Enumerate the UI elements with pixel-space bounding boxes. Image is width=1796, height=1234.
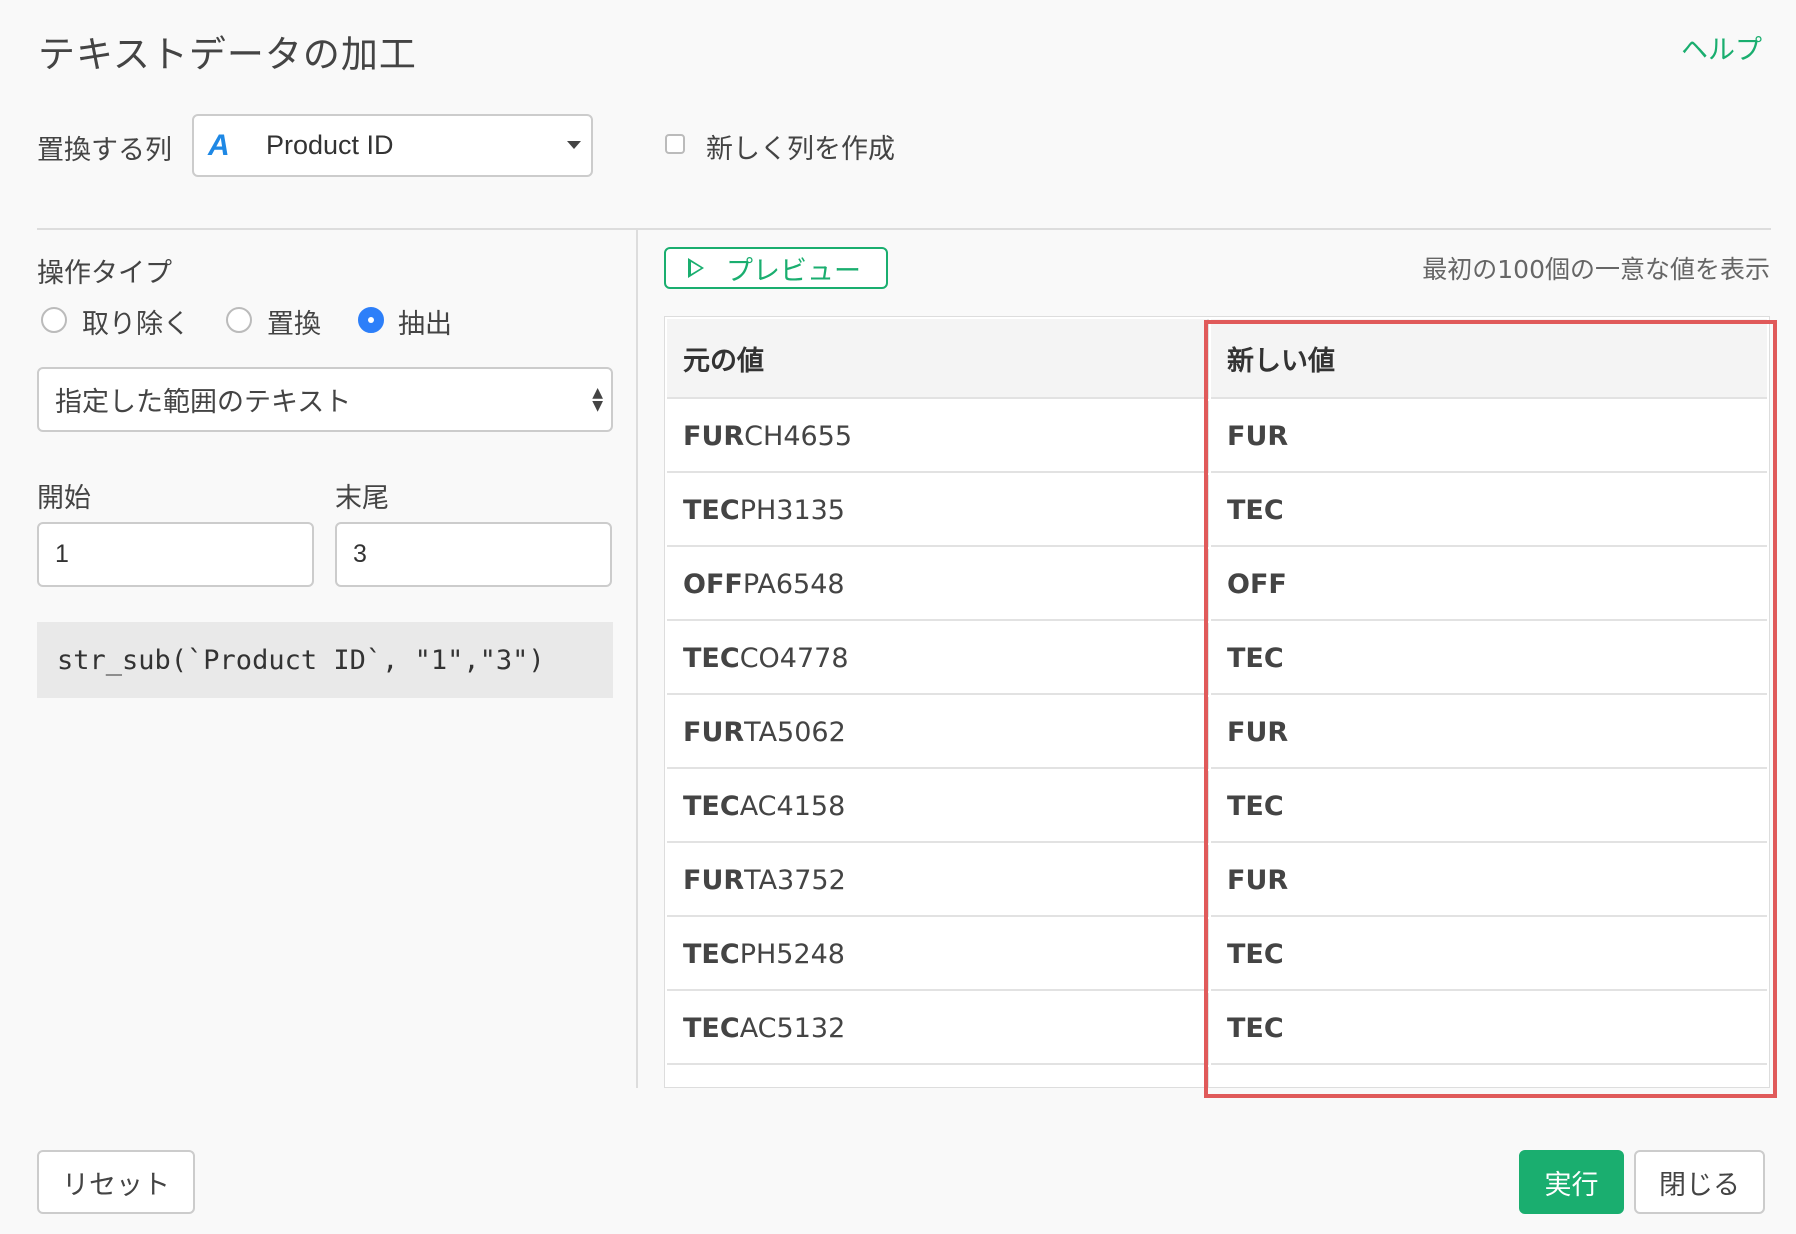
original-value-cell: TECCO4778 <box>667 623 1209 695</box>
original-value-cell: OFFPA6548 <box>667 549 1209 621</box>
original-value-rest: TA3752 <box>744 864 846 896</box>
preview-note: 最初の100個の一意な値を表示 <box>1422 255 1770 284</box>
original-value-rest: TA5062 <box>744 716 846 748</box>
radio-extract-label[interactable]: 抽出 <box>398 302 452 341</box>
close-button[interactable]: 閉じる <box>1634 1150 1765 1214</box>
original-value-cell: TECAC5132 <box>667 993 1209 1065</box>
radio-extract[interactable] <box>358 307 384 333</box>
column-select-label: 置換する列 <box>37 135 172 166</box>
original-value-cell: FURTA5062 <box>667 697 1209 769</box>
original-value-prefix: TEC <box>683 642 740 674</box>
original-value-rest: PA6548 <box>742 568 845 600</box>
original-value-rest: LA3233 <box>743 1087 846 1088</box>
original-value-cell: TECAC4158 <box>667 771 1209 843</box>
column-select[interactable]: A Product ID <box>192 114 593 177</box>
text-type-icon: A <box>208 128 230 162</box>
original-value-rest: PH3135 <box>739 494 845 526</box>
new-column-checkbox[interactable] <box>665 134 685 154</box>
original-value-cell: TECPH3135 <box>667 475 1209 547</box>
new-column-label[interactable]: 新しく列を作成 <box>706 127 895 166</box>
divider <box>37 228 1771 230</box>
end-input[interactable]: 3 <box>335 522 612 587</box>
original-value-prefix: FUR <box>683 716 745 748</box>
original-value-rest: AC4158 <box>739 790 846 822</box>
preview-button[interactable]: プレビュー <box>664 247 888 289</box>
original-value-prefix: TEC <box>683 790 740 822</box>
original-value-cell: FURCH4655 <box>667 401 1209 473</box>
extract-mode-value: 指定した範囲のテキスト <box>55 387 352 418</box>
radio-remove[interactable] <box>41 307 67 333</box>
operation-type-label: 操作タイプ <box>37 258 172 289</box>
original-value-prefix: OFF <box>683 568 743 600</box>
original-value-cell: FURTA3752 <box>667 845 1209 917</box>
reset-button[interactable]: リセット <box>37 1150 195 1214</box>
original-value-cell: TECPH5248 <box>667 919 1209 991</box>
column-select-value: Product ID <box>266 130 394 160</box>
preview-button-label: プレビュー <box>726 255 861 287</box>
radio-remove-label[interactable]: 取り除く <box>82 302 190 341</box>
header-original: 元の値 <box>667 319 1209 399</box>
run-button[interactable]: 実行 <box>1519 1150 1624 1214</box>
original-value-prefix: FUR <box>683 864 745 896</box>
original-value-prefix: TEC <box>683 938 740 970</box>
original-value-rest: PH5248 <box>739 938 845 970</box>
radio-replace[interactable] <box>226 307 252 333</box>
original-value-rest: CO4778 <box>739 642 849 674</box>
help-link[interactable]: ヘルプ <box>1681 28 1762 67</box>
chevron-down-icon <box>567 141 581 149</box>
extract-mode-select[interactable]: 指定した範囲のテキスト ▲ ▼ <box>37 367 613 432</box>
panel-divider <box>636 230 638 1088</box>
original-value-prefix: FUR <box>683 420 745 452</box>
dialog-title: テキストデータの加工 <box>38 33 417 76</box>
original-value-prefix: OFF <box>683 1087 743 1088</box>
updown-arrows-icon: ▲ ▼ <box>592 385 603 414</box>
original-value-cell: OFFLA3233 <box>667 1067 1209 1088</box>
original-value-prefix: TEC <box>683 494 740 526</box>
play-icon <box>688 258 704 278</box>
end-label: 末尾 <box>335 483 389 514</box>
original-value-rest: AC5132 <box>739 1012 846 1044</box>
start-input[interactable]: 1 <box>37 522 314 587</box>
generated-code: str_sub(`Product ID`, "1","3") <box>37 622 613 698</box>
original-value-rest: CH4655 <box>744 420 853 452</box>
radio-replace-label[interactable]: 置換 <box>267 302 321 341</box>
new-value-highlight <box>1204 320 1777 1098</box>
original-value-prefix: TEC <box>683 1012 740 1044</box>
start-label: 開始 <box>37 483 91 514</box>
